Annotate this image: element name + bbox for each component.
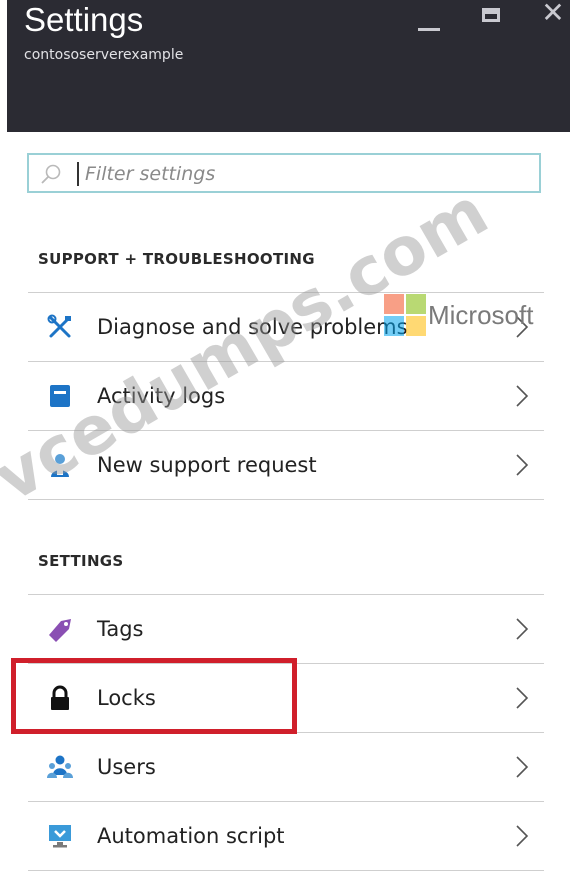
menu-item-activity-logs[interactable]: Activity logs: [28, 362, 544, 431]
automation-script-icon: [49, 825, 71, 848]
minimize-icon: [418, 27, 440, 31]
microsoft-watermark-text: Microsoft: [428, 300, 534, 330]
maximize-icon: [482, 8, 500, 22]
menu-item-label: New support request: [97, 453, 317, 477]
activity-log-icon: [50, 385, 70, 407]
chevron-right-icon: [516, 825, 529, 847]
maximize-button[interactable]: [469, 0, 513, 40]
menu-item-locks[interactable]: Locks: [28, 664, 544, 733]
tools-icon: [47, 314, 71, 338]
chevron-right-icon: [516, 618, 529, 640]
tag-icon: [49, 619, 71, 642]
chevron-right-icon: [516, 454, 529, 476]
users-icon: [47, 755, 73, 778]
section-title-settings: SETTINGS: [38, 552, 124, 570]
menu-item-tags[interactable]: Tags: [28, 595, 544, 664]
chevron-right-icon: [516, 687, 529, 709]
menu-item-users[interactable]: Users: [28, 733, 544, 802]
menu-item-label: Users: [97, 755, 156, 779]
close-icon: ✕: [541, 0, 565, 29]
blade-subtitle: contososerverexample: [24, 47, 184, 63]
chevron-right-icon: [516, 756, 529, 778]
filter-settings-input[interactable]: [83, 159, 527, 189]
search-icon: [41, 164, 61, 184]
menu-item-automation-script[interactable]: Automation script: [28, 802, 544, 871]
text-caret: [77, 162, 79, 186]
support-person-icon: [51, 454, 69, 477]
menu-item-label: Locks: [97, 686, 156, 710]
blade-header: Settings contososerverexample ✕: [7, 0, 570, 132]
chevron-right-icon: [516, 385, 529, 407]
settings-menu: Tags Locks Users Automation script: [28, 594, 544, 871]
lock-icon: [51, 685, 69, 710]
microsoft-logo-watermark: [384, 294, 426, 336]
close-button[interactable]: ✕: [531, 0, 570, 40]
menu-item-label: Tags: [97, 617, 144, 641]
menu-item-label: Automation script: [97, 824, 285, 848]
minimize-button[interactable]: [407, 0, 451, 40]
filter-settings-box[interactable]: [27, 153, 541, 193]
menu-item-label: Activity logs: [97, 384, 226, 408]
menu-item-new-support-request[interactable]: New support request: [28, 431, 544, 500]
blade-title: Settings: [24, 1, 144, 38]
section-title-support: SUPPORT + TROUBLESHOOTING: [38, 250, 315, 268]
menu-item-label: Diagnose and solve problems: [97, 315, 408, 339]
